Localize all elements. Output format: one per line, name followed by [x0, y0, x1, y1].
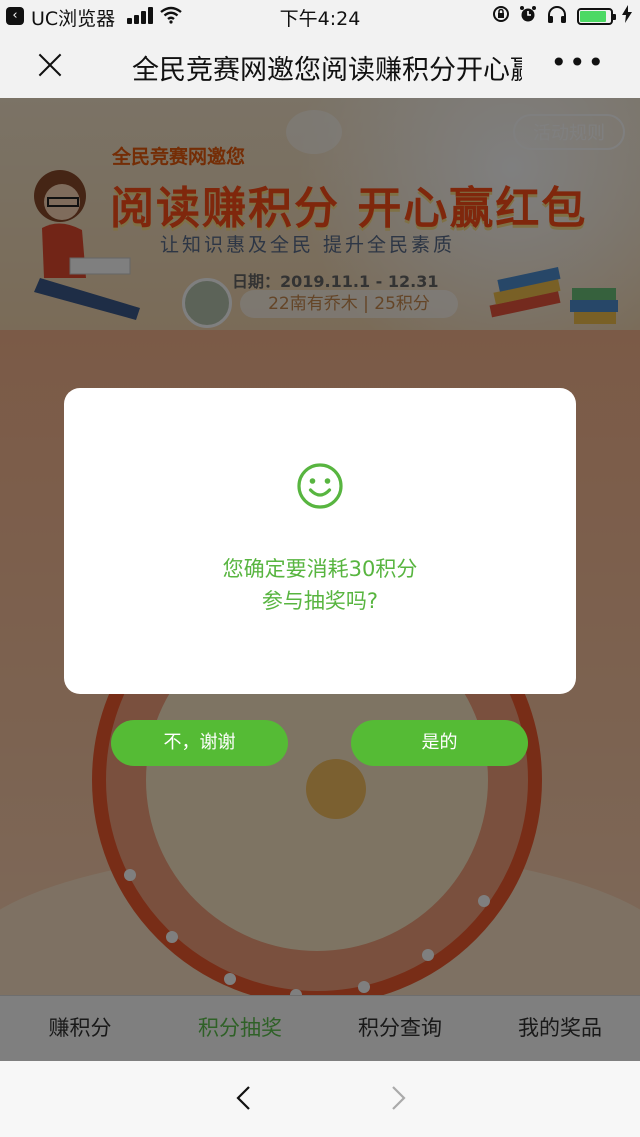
confirm-message: 您确定要消耗30积分 参与抽奖吗? — [64, 553, 576, 617]
chevron-left-icon[interactable] — [232, 1085, 258, 1111]
more-icon[interactable]: ••• — [550, 46, 606, 79]
confirm-message-line1: 您确定要消耗30积分 — [222, 557, 418, 581]
smile-icon — [297, 463, 343, 509]
cancel-button[interactable]: 不，谢谢 — [111, 720, 288, 766]
rotation-lock-icon — [492, 5, 510, 27]
status-bar: ‹ UC浏览器 下午4:24 — [0, 0, 640, 32]
nav-bar: 全民竞赛网邀您阅读赚积分开心赢红包 ••• — [0, 32, 640, 98]
close-icon[interactable] — [34, 49, 66, 81]
confirm-dialog: 您确定要消耗30积分 参与抽奖吗? — [64, 388, 576, 694]
charging-icon — [622, 5, 632, 27]
browser-toolbar — [0, 1061, 640, 1137]
confirm-button[interactable]: 是的 — [351, 720, 528, 766]
page-title: 全民竞赛网邀您阅读赚积分开心赢红包 — [132, 55, 522, 86]
alarm-icon — [519, 5, 537, 27]
chevron-right-icon[interactable] — [384, 1085, 410, 1111]
confirm-message-line2: 参与抽奖吗? — [261, 589, 379, 613]
battery-icon — [577, 7, 616, 25]
headphones-icon — [546, 5, 568, 27]
